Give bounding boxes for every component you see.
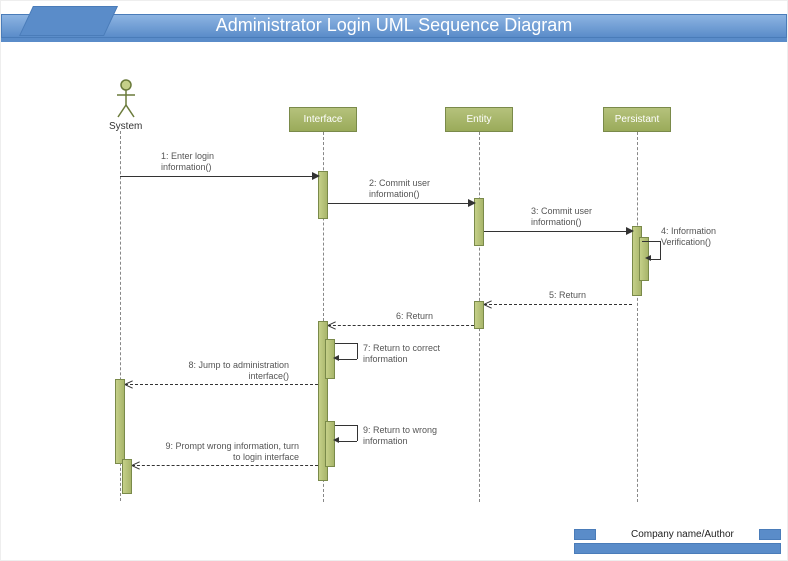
- msg-4-label: 4: Information Verification(): [661, 226, 731, 248]
- msg-9b-arrowhead: [132, 465, 140, 466]
- msg-6-arrow: [328, 325, 474, 326]
- actor-icon: [115, 79, 137, 119]
- msg-9a-bottom: [339, 441, 357, 442]
- msg-1-label: 1: Enter login information(): [161, 151, 251, 173]
- activation-system-1: [115, 379, 125, 464]
- msg-3-label: 3: Commit user information(): [531, 206, 621, 228]
- actor-label: System: [109, 121, 142, 132]
- activation-interface-self-2: [325, 421, 335, 467]
- msg-7-label: 7: Return to correct information: [363, 343, 453, 365]
- header-bar-accent: [1, 38, 787, 42]
- lifeline-line-persistant: [637, 132, 638, 502]
- msg-7-top: [335, 343, 357, 344]
- msg-7-arrowhead: [333, 355, 339, 361]
- msg-4-arrowhead: [645, 255, 651, 261]
- actor-system: System: [109, 79, 142, 132]
- msg-1-arrowhead: [312, 172, 320, 180]
- footer-accent-right: [759, 529, 781, 540]
- msg-7-side: [357, 343, 358, 359]
- msg-2-label: 2: Commit user information(): [369, 178, 459, 200]
- msg-2-arrowhead: [468, 199, 476, 207]
- lifeline-entity: Entity: [445, 107, 513, 132]
- msg-9b-arrow: [132, 465, 318, 466]
- msg-5-arrowhead: [484, 304, 492, 305]
- footer-accent-left: [574, 529, 596, 540]
- msg-4-top: [642, 241, 660, 242]
- lifeline-interface: Interface: [289, 107, 357, 132]
- msg-4-side: [660, 241, 661, 259]
- activation-entity-2: [474, 301, 484, 329]
- msg-7-bottom: [339, 359, 357, 360]
- msg-2-arrow: [328, 203, 474, 204]
- msg-9a-label: 9: Return to wrong information: [363, 425, 453, 447]
- msg-1-arrow: [120, 176, 318, 177]
- msg-6-arrowhead: [328, 325, 336, 326]
- msg-9b-label: 9: Prompt wrong information, turn to log…: [159, 441, 299, 463]
- msg-9a-side: [357, 425, 358, 441]
- footer-bar: [574, 543, 781, 554]
- msg-8-arrowhead: [125, 384, 133, 385]
- msg-8-arrow: [125, 384, 318, 385]
- msg-8-label: 8: Jump to administration interface(): [169, 360, 289, 382]
- msg-5-label: 5: Return: [549, 290, 586, 301]
- diagram-title: Administrator Login UML Sequence Diagram: [1, 15, 787, 36]
- msg-9a-top: [335, 425, 357, 426]
- lifeline-persistant: Persistant: [603, 107, 671, 132]
- msg-6-label: 6: Return: [396, 311, 433, 322]
- activation-system-2: [122, 459, 132, 494]
- msg-5-arrow: [484, 304, 632, 305]
- msg-9a-arrowhead: [333, 437, 339, 443]
- footer-author: Company name/Author: [631, 529, 734, 540]
- msg-3-arrowhead: [626, 227, 634, 235]
- msg-3-arrow: [484, 231, 632, 232]
